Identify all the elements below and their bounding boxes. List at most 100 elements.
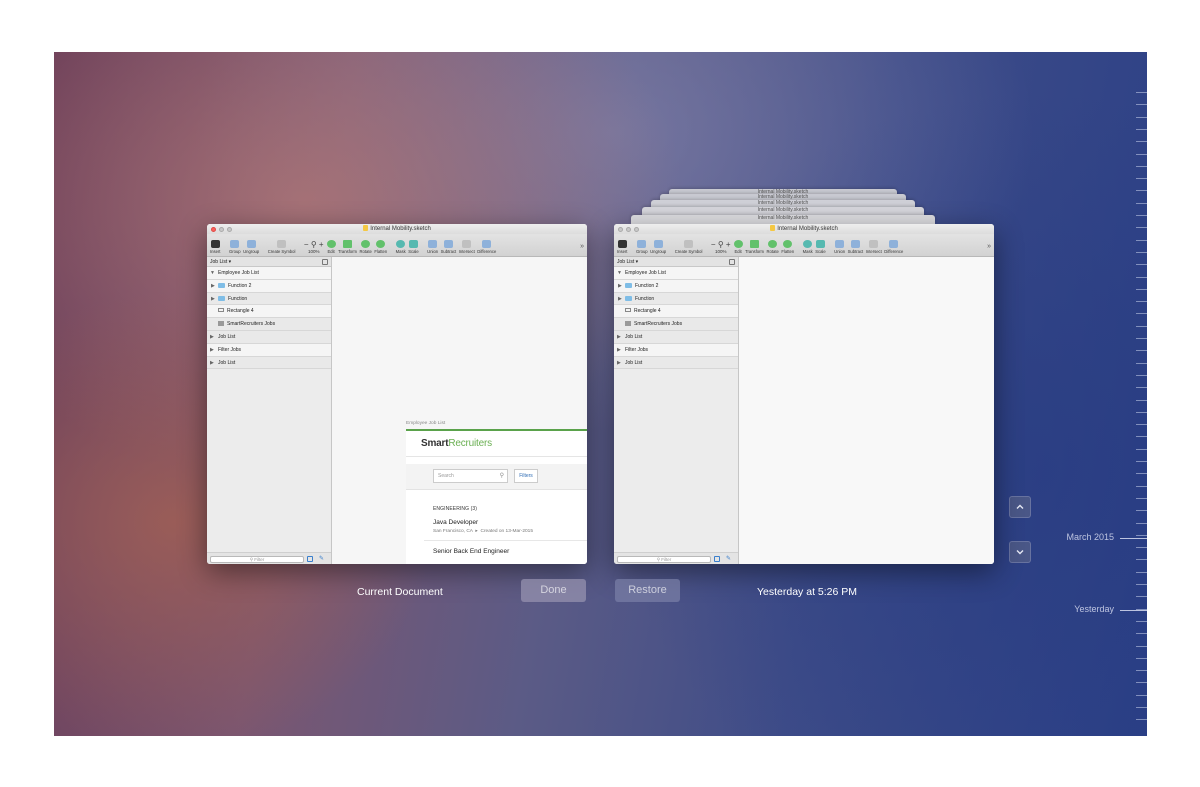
disclosure-open-icon[interactable]: ▼ [210, 267, 215, 280]
layer-label: SmartRecruiters Jobs [227, 321, 276, 328]
version-timeline[interactable] [1134, 92, 1147, 732]
close-icon[interactable] [211, 227, 216, 232]
intersect-button[interactable]: Intersect [459, 240, 475, 254]
disclosure-closed-icon[interactable]: ▶ [618, 293, 622, 306]
disclosure-closed-icon[interactable]: ▶ [210, 357, 214, 370]
disclosure-closed-icon[interactable]: ▶ [617, 357, 621, 370]
layer-row[interactable]: Rectangle 4 [207, 305, 331, 319]
folder-icon [625, 282, 632, 288]
disclosure-closed-icon[interactable]: ▶ [618, 280, 622, 293]
layers-copy-icon[interactable] [307, 556, 313, 562]
design-canvas[interactable]: Employee Job List SmartRecruiters Search… [332, 257, 587, 564]
layer-row[interactable]: ▼ Employee Job List [614, 267, 738, 280]
flatten-button[interactable]: Flatten [374, 240, 387, 254]
insert-button[interactable]: Insert [210, 240, 220, 254]
mask-button[interactable]: Mask [396, 240, 406, 254]
flatten-button: Flatten [781, 240, 794, 254]
newer-version-button[interactable] [1009, 496, 1031, 518]
timeline-tick [1136, 239, 1147, 241]
edit-icon [733, 240, 743, 248]
timeline-tick [1136, 92, 1147, 93]
artboard-label[interactable]: Employee Job List [406, 421, 445, 426]
ungroup-button[interactable]: Ungroup [243, 240, 259, 254]
disclosure-open-icon[interactable]: ▼ [617, 267, 622, 280]
difference-button[interactable]: Difference [477, 240, 496, 254]
scale-button[interactable]: Scale [408, 240, 419, 254]
layer-row[interactable]: ▶ Job List [207, 356, 331, 370]
timeline-tick [1136, 682, 1147, 684]
disclosure-closed-icon[interactable]: ▶ [211, 293, 215, 306]
layer-row[interactable]: ▶ Function [207, 292, 331, 306]
layer-label: Employee Job List [218, 270, 259, 276]
timeline-tick [1136, 620, 1147, 622]
layer-row[interactable]: ▶ Job List [614, 330, 738, 344]
rotate-button[interactable]: Rotate [360, 240, 372, 254]
symbol-icon [277, 240, 287, 248]
timeline-tick [1136, 411, 1147, 413]
timeline-tick [1136, 338, 1147, 339]
timeline-tick [1136, 694, 1147, 696]
transform-icon [343, 240, 353, 248]
layer-label: Job List [218, 359, 236, 366]
folder-icon [218, 295, 225, 301]
timeline-label-march-2015[interactable]: March 2015 [1046, 532, 1114, 542]
window-title: Internal Mobility.sketch [777, 226, 838, 232]
layer-row[interactable]: ▶ Function 2 [614, 279, 738, 293]
timeline-label-yesterday[interactable]: Yesterday [1046, 604, 1114, 614]
disclosure-closed-icon[interactable]: ▶ [210, 344, 214, 357]
timeline-tick [1136, 227, 1147, 229]
layer-row[interactable]: ▶ Job List [614, 356, 738, 370]
transform-button[interactable]: Transform [338, 240, 357, 254]
window-title: Internal Mobility.sketch [370, 226, 431, 232]
minimize-icon[interactable] [219, 227, 224, 232]
add-page-icon[interactable] [322, 259, 328, 265]
disclosure-closed-icon[interactable]: ▶ [210, 331, 214, 344]
layer-row[interactable]: ▶ Filter Jobs [207, 343, 331, 357]
done-button[interactable]: Done [521, 579, 586, 602]
disclosure-closed-icon[interactable]: ▶ [617, 331, 621, 344]
timeline-tick [1136, 522, 1147, 524]
layer-label: Employee Job List [625, 270, 666, 276]
older-version-button[interactable] [1009, 541, 1031, 563]
layer-row[interactable]: ▶ Function [614, 292, 738, 306]
page-selector[interactable]: Job List ▾ [207, 257, 331, 267]
layer-label: Job List [625, 359, 643, 366]
restore-button[interactable]: Restore [615, 579, 680, 602]
layer-row[interactable]: ▶ Function 2 [207, 279, 331, 293]
layer-label: Function 2 [228, 282, 252, 289]
subtract-button[interactable]: Subtract [441, 240, 456, 254]
pencil-icon[interactable]: ✎ [319, 556, 325, 562]
layer-row[interactable]: ▶ Job List [207, 330, 331, 344]
timeline-tick [1136, 719, 1147, 721]
layer-row[interactable]: ▶ Filter Jobs [614, 343, 738, 357]
current-document-window[interactable]: Internal Mobility.sketch Insert Group Un… [207, 224, 587, 564]
layer-row[interactable]: SmartRecruiters Jobs [207, 318, 331, 331]
toolbar-overflow-icon[interactable]: » [580, 243, 584, 250]
disclosure-closed-icon[interactable]: ▶ [617, 344, 621, 357]
zoom-control: − ⚲ +100% [710, 240, 731, 255]
create-symbol-button[interactable]: Create Symbol [268, 240, 295, 254]
transform-icon [750, 240, 760, 248]
timeline-tick [1136, 448, 1147, 450]
edit-button[interactable]: Edit [326, 240, 336, 254]
job-search-input[interactable]: Search ⚲ [433, 469, 508, 483]
disclosure-closed-icon[interactable]: ▶ [211, 280, 215, 293]
timeline-marker-march-2015 [1120, 538, 1147, 539]
job-title[interactable]: Senior Back End Engineer [433, 548, 587, 555]
layer-label: Rectangle 4 [634, 308, 661, 315]
job-title[interactable]: Java Developer [433, 519, 587, 526]
union-button[interactable]: Union [427, 240, 438, 254]
group-button[interactable]: Group [229, 240, 241, 254]
zoom-control[interactable]: − ⚲ +100% [304, 241, 324, 255]
artboard-employee-job-list[interactable]: SmartRecruiters Search ⚲ Filters ENGINEER… [406, 429, 587, 564]
layer-row[interactable]: SmartRecruiters Jobs [614, 318, 738, 331]
layer-row[interactable]: Rectangle 4 [614, 305, 738, 319]
past-version-window[interactable]: Internal Mobility.sketch Insert Group Un… [614, 224, 994, 564]
zoom-window-icon[interactable] [227, 227, 232, 232]
subtract-icon [443, 240, 453, 248]
layer-filter-input[interactable]: ⚲ Filter [210, 555, 304, 563]
layer-list: ▼ Employee Job List ▶ Function 2 ▶ Function Re… [207, 267, 331, 370]
filters-button[interactable]: Filters [514, 469, 538, 483]
layer-row[interactable]: ▼ Employee Job List [207, 267, 331, 280]
layers-sidebar: Job List ▾ ▼ Employee Job List ▶ Function 2… [614, 257, 739, 564]
